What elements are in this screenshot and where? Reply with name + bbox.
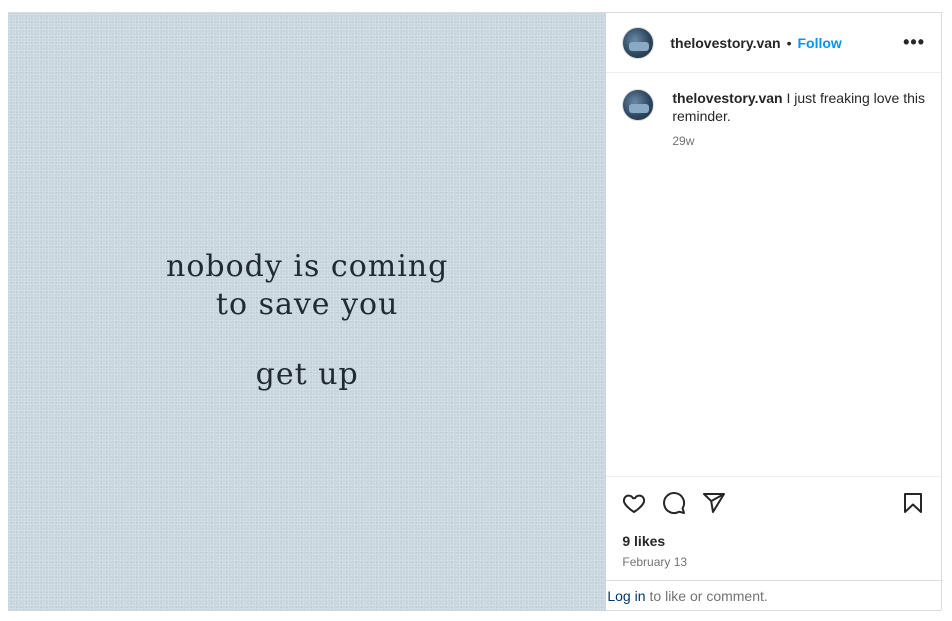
caption-username[interactable]: thelovestory.van — [672, 90, 782, 106]
quote-line-2: to save you — [215, 287, 399, 322]
caption-avatar[interactable] — [622, 89, 655, 121]
post-date[interactable]: February 13 — [606, 549, 941, 569]
caption-body: thelovestory.van I just freaking love th… — [672, 89, 925, 150]
post-header: thelovestory.van • Follow ••• — [606, 13, 941, 73]
login-prompt: Log in to like or comment. — [606, 580, 942, 611]
quote-line-3: get up — [255, 357, 359, 392]
post-frame: nobody is coming to save you get up thel… — [8, 12, 942, 611]
post-image[interactable]: nobody is coming to save you get up — [8, 13, 607, 611]
likes-count[interactable]: 9 likes — [606, 517, 941, 549]
caption-time[interactable]: 29w — [672, 132, 925, 150]
login-link[interactable]: Log in — [607, 588, 645, 604]
separator-dot: • — [786, 34, 792, 51]
more-options-icon[interactable]: ••• — [903, 32, 925, 53]
post-sidebar: thelovestory.van • Follow ••• thelovesto… — [606, 13, 942, 611]
caption: thelovestory.van I just freaking love th… — [606, 73, 941, 150]
actions-section: 9 likes February 13 — [606, 476, 942, 569]
header-username[interactable]: thelovestory.van — [670, 35, 780, 51]
action-bar — [606, 477, 941, 517]
bookmark-icon[interactable] — [901, 491, 925, 515]
quote-line-1: nobody is coming — [166, 249, 449, 284]
avatar[interactable] — [622, 26, 655, 59]
login-text: to like or comment. — [649, 587, 768, 604]
follow-button[interactable]: Follow — [798, 35, 842, 51]
share-icon[interactable] — [702, 491, 726, 515]
heart-icon[interactable] — [622, 491, 646, 515]
comment-icon[interactable] — [662, 491, 686, 515]
